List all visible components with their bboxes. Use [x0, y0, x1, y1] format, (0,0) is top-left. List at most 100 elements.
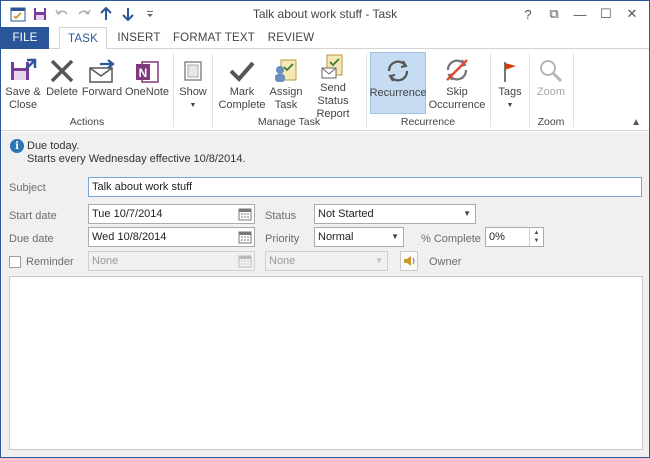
due-date-field[interactable]: Wed 10/8/2014 — [88, 227, 255, 247]
chevron-down-icon: ▼ — [375, 256, 383, 265]
reminder-date-field[interactable]: None — [88, 251, 255, 271]
tab-task[interactable]: TASK — [59, 27, 107, 50]
show-button[interactable]: Show ▼ — [177, 52, 209, 114]
chevron-down-icon: ▼ — [391, 232, 399, 241]
ribbon: Save & Close Delete Forward N OneNote Ac… — [1, 49, 649, 131]
skip-occurrence-icon — [443, 52, 471, 84]
skip-occurrence-label-2: Occurrence — [428, 99, 486, 111]
send-status-report-button[interactable]: Send Status Report — [304, 52, 362, 120]
priority-label: Priority — [265, 233, 300, 245]
info-recurrence-text: Starts every Wednesday effective 10/8/20… — [27, 153, 246, 165]
tab-insert[interactable]: INSERT — [111, 27, 167, 49]
forward-envelope-icon — [88, 52, 116, 84]
priority-value: Normal — [318, 231, 354, 243]
chevron-down-icon: ▼ — [463, 209, 471, 218]
assign-task-label-2: Task — [274, 99, 298, 111]
reminder-time-select[interactable]: None ▼ — [265, 251, 388, 271]
task-window: Talk about work stuff - Task ? ⧉ — ☐ ✕ F… — [0, 0, 650, 458]
delete-button[interactable]: Delete — [44, 52, 80, 114]
group-label-recurrence: Recurrence — [400, 116, 456, 128]
status-value: Not Started — [318, 208, 374, 220]
recurrence-button[interactable]: Recurrence — [370, 52, 426, 114]
info-bar: i Due today. Starts every Wednesday effe… — [1, 132, 649, 169]
start-date-label: Start date — [9, 210, 57, 222]
checkmark-icon — [228, 52, 256, 84]
tab-review[interactable]: REVIEW — [263, 27, 319, 49]
start-date-value: Tue 10/7/2014 — [92, 208, 163, 220]
group-label-manage-task: Manage Task — [257, 116, 321, 128]
zoom-button[interactable]: Zoom — [533, 52, 569, 114]
tags-dropdown-icon: ▼ — [506, 102, 514, 109]
save-close-icon — [9, 52, 37, 84]
onenote-label: OneNote — [124, 86, 170, 98]
send-status-report-icon — [319, 52, 347, 80]
show-label: Show — [179, 86, 207, 98]
mark-complete-label-2: Complete — [218, 99, 266, 111]
recurrence-label: Recurrence — [369, 87, 427, 99]
save-close-label-2: Close — [8, 99, 38, 111]
minimize-button[interactable]: — — [567, 3, 593, 25]
spinner-arrows-icon[interactable]: ▲ ▼ — [529, 228, 543, 246]
calendar-icon[interactable] — [238, 207, 252, 221]
sound-button[interactable] — [400, 251, 418, 271]
group-separator — [173, 53, 174, 127]
tags-button[interactable]: Tags ▼ — [493, 52, 527, 114]
task-body-editor[interactable] — [9, 276, 643, 450]
mark-complete-label-1: Mark — [229, 86, 255, 98]
task-form: Subject Talk about work stuff Start date… — [1, 169, 649, 457]
skip-occurrence-button[interactable]: Skip Occurrence — [428, 52, 486, 114]
assign-task-button[interactable]: Assign Task — [268, 52, 304, 114]
window-controls: ? ⧉ — ☐ ✕ — [515, 3, 645, 25]
magnifier-icon — [538, 52, 564, 84]
speaker-icon — [404, 256, 415, 266]
ribbon-tabs: FILE TASK INSERT FORMAT TEXT REVIEW — [1, 27, 649, 50]
info-icon: i — [10, 139, 24, 153]
tab-format-text[interactable]: FORMAT TEXT — [171, 27, 257, 49]
subject-label: Subject — [9, 182, 46, 194]
collapse-ribbon-icon[interactable]: ▲ — [631, 117, 641, 128]
delete-label: Delete — [46, 86, 78, 98]
tags-label: Tags — [498, 86, 522, 98]
onenote-button[interactable]: N OneNote — [124, 52, 170, 114]
priority-select[interactable]: Normal ▼ — [314, 227, 404, 247]
show-dropdown-icon: ▼ — [189, 102, 197, 109]
reminder-time-value: None — [269, 255, 296, 267]
group-label-actions: Actions — [69, 116, 105, 128]
mark-complete-button[interactable]: Mark Complete — [216, 52, 268, 114]
svg-text:N: N — [139, 66, 148, 80]
group-separator — [573, 53, 574, 127]
close-button[interactable]: ✕ — [619, 3, 645, 25]
help-button[interactable]: ? — [515, 3, 541, 25]
send-status-label-1: Send Status — [317, 82, 349, 107]
assign-task-label-1: Assign — [269, 86, 303, 98]
recurrence-icon — [384, 53, 412, 85]
due-date-value: Wed 10/8/2014 — [92, 231, 167, 243]
ribbon-display-options-button[interactable]: ⧉ — [541, 3, 567, 25]
show-icon — [181, 52, 205, 84]
forward-button[interactable]: Forward — [81, 52, 123, 114]
percent-complete-label: % Complete — [421, 233, 481, 245]
maximize-button[interactable]: ☐ — [593, 3, 619, 25]
reminder-date-value: None — [92, 255, 119, 267]
due-date-label: Due date — [9, 233, 54, 245]
status-label: Status — [265, 210, 297, 222]
group-label-zoom: Zoom — [537, 116, 565, 128]
reminder-label: Reminder — [26, 256, 74, 268]
zoom-label: Zoom — [536, 86, 566, 98]
save-close-label-1: Save & — [5, 86, 41, 98]
start-date-field[interactable]: Tue 10/7/2014 — [88, 204, 255, 224]
info-due-text: Due today. — [27, 140, 80, 152]
status-select[interactable]: Not Started ▼ — [314, 204, 476, 224]
calendar-icon[interactable] — [238, 230, 252, 244]
assign-task-icon — [272, 52, 300, 84]
onenote-icon: N — [134, 52, 160, 84]
subject-input[interactable]: Talk about work stuff — [88, 177, 642, 197]
calendar-icon[interactable] — [238, 254, 252, 268]
delete-x-icon — [49, 52, 75, 84]
reminder-checkbox[interactable] — [9, 256, 21, 268]
tab-file[interactable]: FILE — [1, 27, 49, 49]
percent-complete-stepper[interactable]: 0% ▲ ▼ — [485, 227, 544, 247]
percent-complete-value: 0% — [489, 231, 505, 243]
save-close-button[interactable]: Save & Close — [4, 52, 42, 114]
group-separator — [490, 53, 491, 127]
